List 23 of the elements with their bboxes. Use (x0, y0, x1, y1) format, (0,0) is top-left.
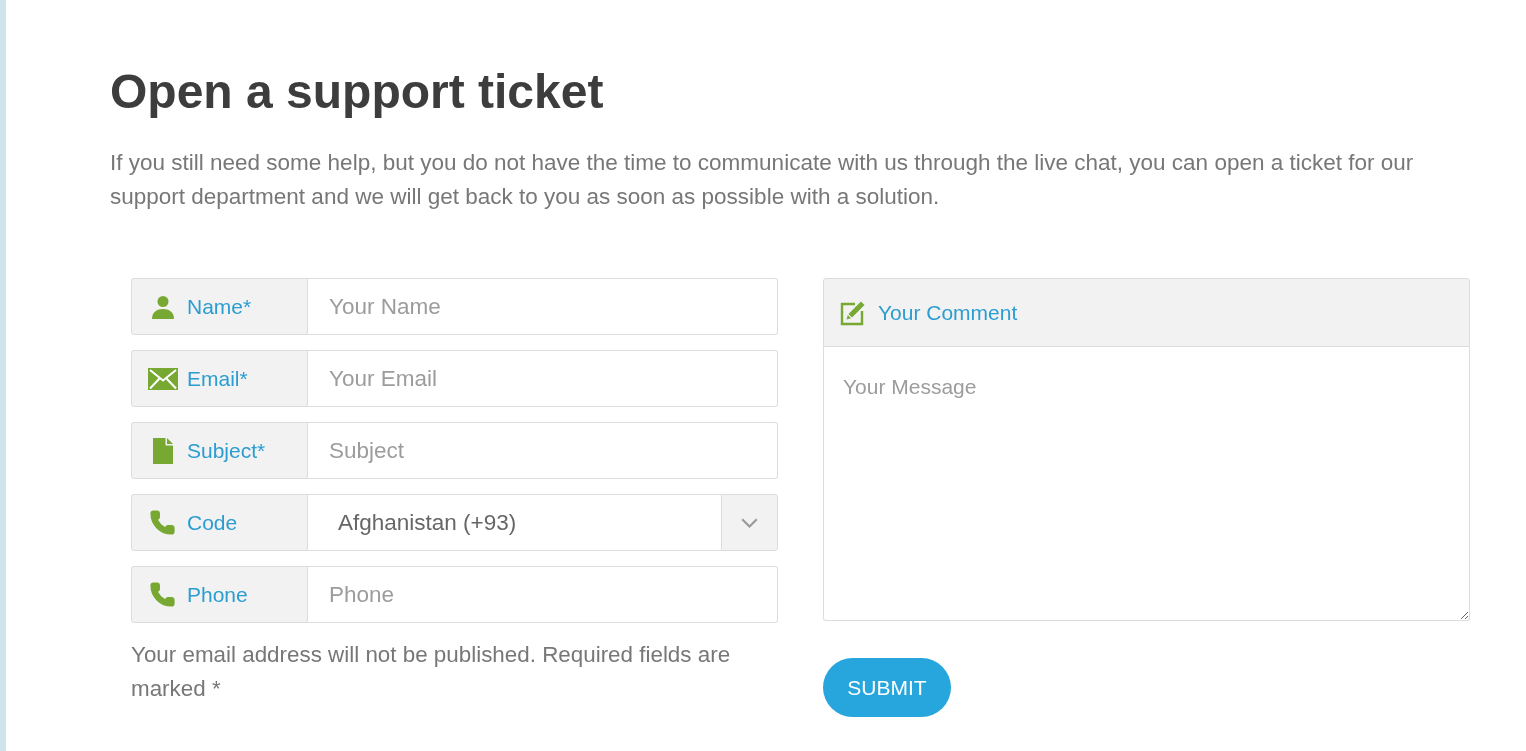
field-label: Email* (187, 365, 248, 392)
phone-icon (149, 581, 176, 608)
dropdown-button[interactable] (721, 494, 778, 551)
intro-paragraph: If you still need some help, but you do not have the time to communicate with us through the live chat, you can open a ticket for our support department and we will get back to you as soon as possible with a solution. (110, 149, 1415, 211)
page-heading: Open a support ticket (110, 64, 604, 120)
message-field[interactable]: Your Message (823, 347, 1470, 621)
edit-icon (840, 299, 866, 326)
country-code-select[interactable]: Afghanistan (+93) (308, 494, 721, 551)
text-field[interactable]: Your Name (308, 278, 778, 335)
envelope-icon (147, 367, 178, 390)
document-icon (152, 437, 173, 464)
field-label: Code (187, 509, 238, 536)
field-label: Name* (187, 293, 252, 320)
privacy-note: Your email address will not be published. Required fields are marked * (131, 641, 732, 703)
field-label: Subject* (187, 437, 266, 464)
phone-icon (149, 509, 176, 536)
person-icon (150, 294, 175, 319)
chevron-down-icon (741, 517, 758, 528)
text-field[interactable]: Phone (308, 566, 778, 623)
text-field[interactable]: Your Email (308, 350, 778, 407)
comment-label: Your Comment (878, 299, 1018, 326)
text-field[interactable]: Subject (308, 422, 778, 479)
field-label: Phone (187, 581, 248, 608)
